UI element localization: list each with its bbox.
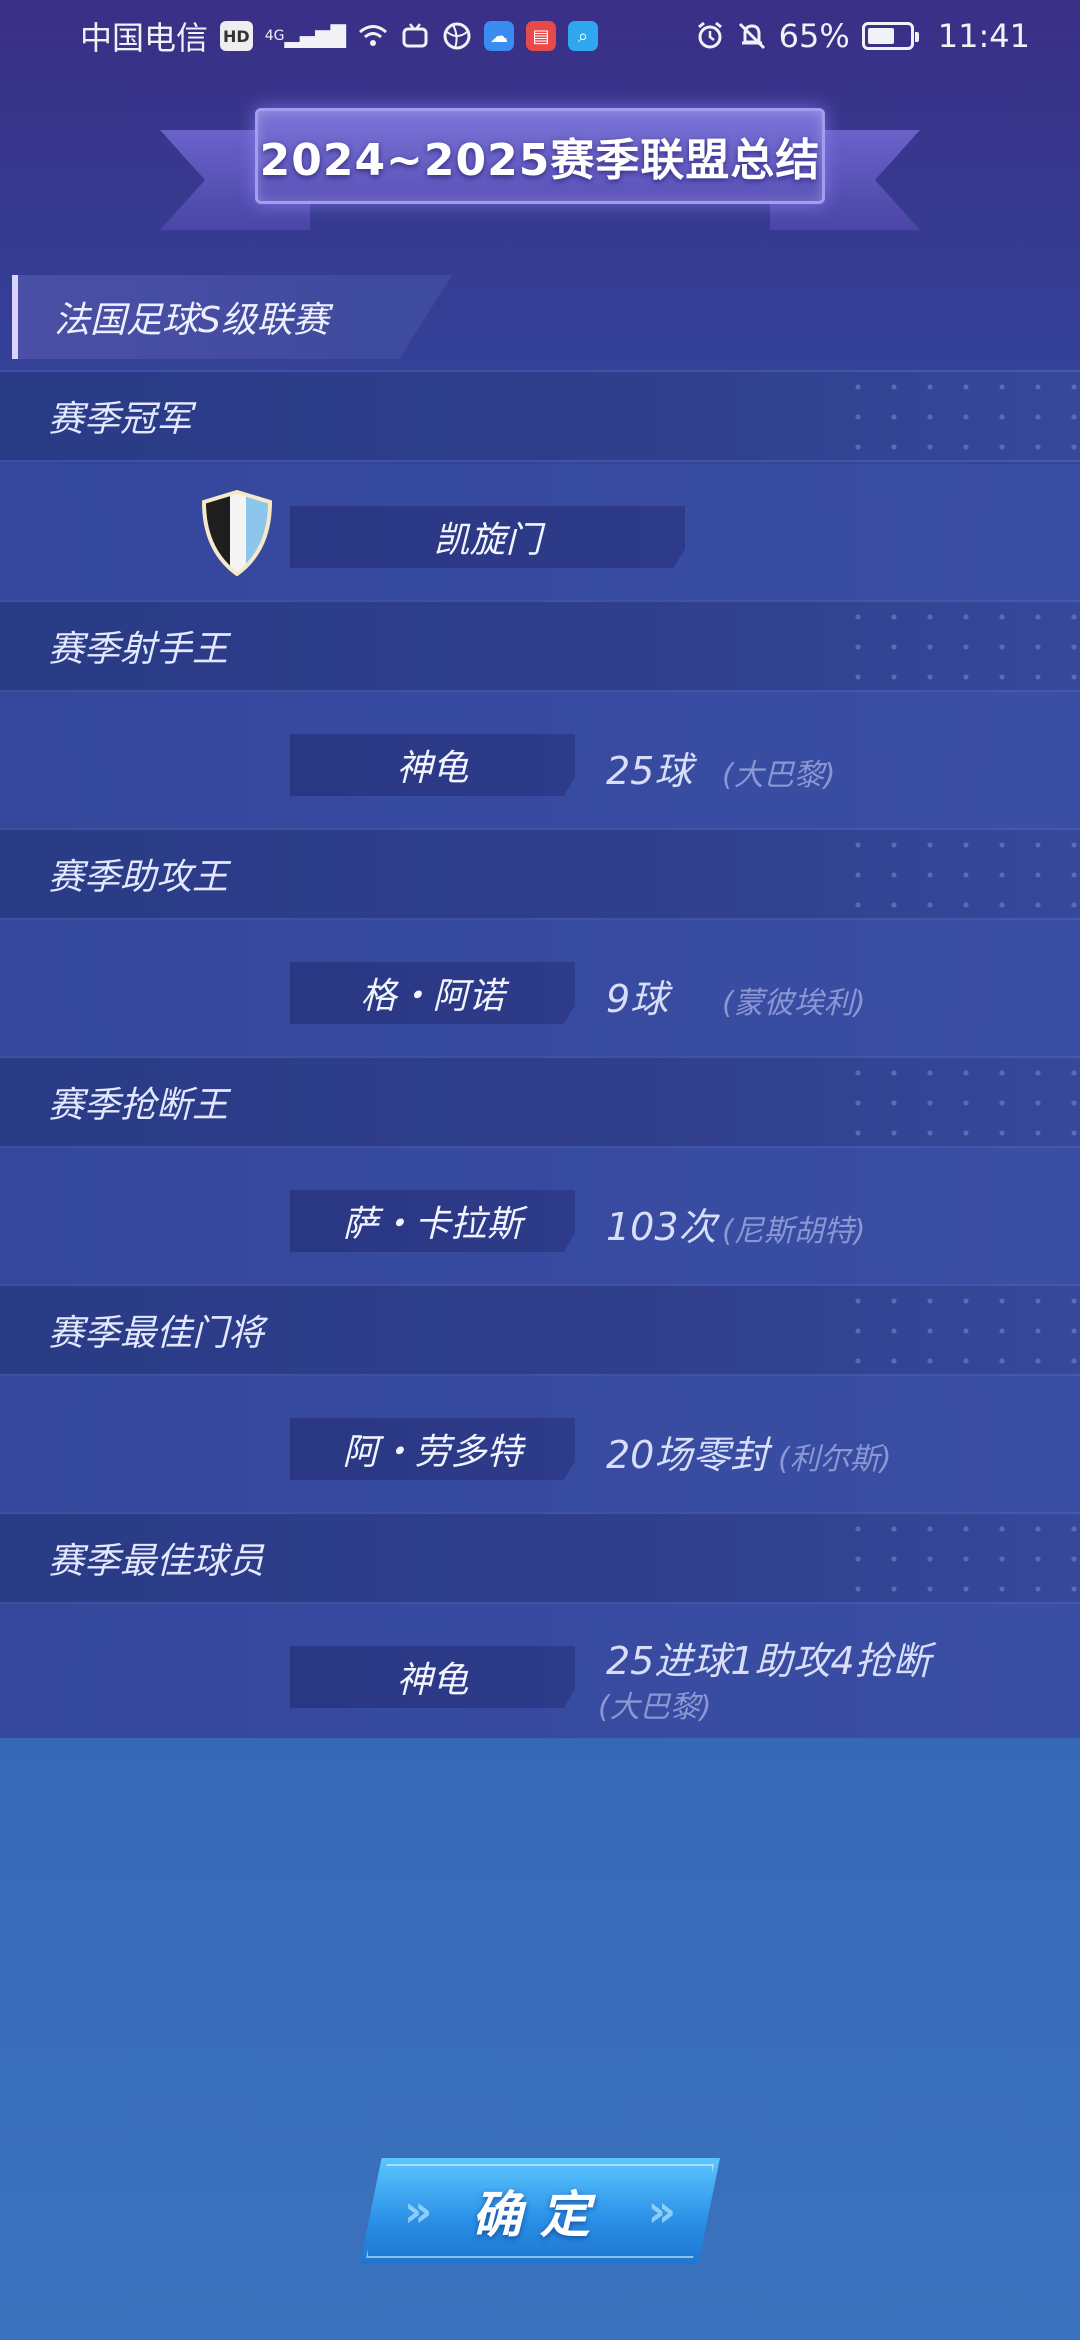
top-tackle-stat: 103次 <box>606 1205 717 1249</box>
section-title-top-tackle: 赛季抢断王 <box>48 1085 229 1126</box>
section-header-best-player: 赛季最佳球员 <box>0 1512 1080 1604</box>
page-title: 2024~2025赛季联盟总结 <box>259 135 821 186</box>
top-scorer-name-pill: 神龟 <box>290 734 575 796</box>
award-row-top-tackle: 萨・卡拉斯 103次 (尼斯胡特) <box>0 1148 1080 1284</box>
confirm-button-label: 确定 <box>472 2186 608 2244</box>
status-bar-right: 65% 11:41 <box>695 17 1030 55</box>
league-tab-accent <box>12 275 18 359</box>
top-scorer-stat: 25球 <box>606 749 693 793</box>
award-row-best-player: 神龟 25进球1助攻4抢断 (大巴黎) <box>0 1604 1080 1738</box>
award-row-best-keeper: 阿・劳多特 20场零封 (利尔斯) <box>0 1376 1080 1512</box>
best-player-club: (大巴黎) <box>598 1690 712 1725</box>
top-tackle-club: (尼斯胡特) <box>722 1214 866 1249</box>
browser-app-icon <box>442 21 472 51</box>
alarm-icon <box>695 21 725 51</box>
award-row-top-scorer: 神龟 25球 (大巴黎) <box>0 692 1080 828</box>
top-scorer-name: 神龟 <box>396 748 469 789</box>
best-keeper-name-pill: 阿・劳多特 <box>290 1418 575 1480</box>
section-title-best-player: 赛季最佳球员 <box>48 1541 265 1582</box>
league-name: 法国足球S级联赛 <box>54 300 329 341</box>
battery-percent: 65% <box>778 17 850 55</box>
cloud-app-icon: ☁ <box>483 21 514 51</box>
section-header-best-keeper: 赛季最佳门将 <box>0 1284 1080 1376</box>
clock: 11:41 <box>937 17 1030 55</box>
top-scorer-club: (大巴黎) <box>722 758 836 793</box>
team-shield-icon <box>201 490 273 576</box>
chevron-right-icon: » <box>647 2186 676 2237</box>
book-app-icon: ▤ <box>525 21 556 51</box>
section-title-best-keeper: 赛季最佳门将 <box>48 1313 265 1354</box>
section-header-champion: 赛季冠军 <box>0 370 1080 462</box>
top-assist-stat: 9球 <box>606 977 669 1021</box>
best-player-name-pill: 神龟 <box>290 1646 575 1708</box>
hd-icon: HD <box>220 21 253 51</box>
best-player-stat: 25进球1助攻4抢断 <box>606 1639 931 1683</box>
award-row-champion: 凯旋门 <box>0 464 1080 600</box>
best-keeper-club: (利尔斯) <box>778 1442 892 1477</box>
section-title-top-assist: 赛季助攻王 <box>48 857 229 898</box>
champion-team-pill: 凯旋门 <box>290 506 685 568</box>
status-bar-left: 中国电信 HD 4G ▂▄▆█ ☁ ▤ ⌕ <box>80 13 598 59</box>
top-assist-club: (蒙彼埃利) <box>722 986 866 1021</box>
status-bar: 中国电信 HD 4G ▂▄▆█ ☁ ▤ ⌕ 65% 11:41 <box>0 0 1080 72</box>
best-keeper-name: 阿・劳多特 <box>342 1432 523 1473</box>
section-header-top-assist: 赛季助攻王 <box>0 828 1080 920</box>
best-player-name: 神龟 <box>396 1660 469 1701</box>
top-assist-name: 格・阿诺 <box>360 976 505 1017</box>
top-tackle-name: 萨・卡拉斯 <box>342 1204 523 1245</box>
network-label: 4G <box>264 28 285 44</box>
wifi-icon <box>358 21 388 51</box>
section-title-top-scorer: 赛季射手王 <box>48 629 229 670</box>
top-tackle-name-pill: 萨・卡拉斯 <box>290 1190 575 1252</box>
carrier-label: 中国电信 <box>80 19 209 57</box>
champion-team-name: 凯旋门 <box>433 520 542 561</box>
battery-icon <box>861 22 919 50</box>
confirm-button[interactable]: » 确定 » <box>360 2158 720 2264</box>
top-assist-name-pill: 格・阿诺 <box>290 962 575 1024</box>
chevron-left-icon: » <box>404 2186 433 2237</box>
battery-fill <box>867 28 894 44</box>
section-header-top-scorer: 赛季射手王 <box>0 600 1080 692</box>
search-app-icon: ⌕ <box>567 21 598 51</box>
league-tab: 法国足球S级联赛 <box>12 275 452 359</box>
section-header-top-tackle: 赛季抢断王 <box>0 1056 1080 1148</box>
best-keeper-stat: 20场零封 <box>606 1433 769 1477</box>
section-title-champion: 赛季冠军 <box>48 399 193 440</box>
award-row-top-assist: 格・阿诺 9球 (蒙彼埃利) <box>0 920 1080 1056</box>
tv-app-icon <box>400 21 430 51</box>
title-banner: 2024~2025赛季联盟总结 <box>160 100 920 230</box>
signal-icon: 4G ▂▄▆█ <box>264 24 346 48</box>
banner-plate: 2024~2025赛季联盟总结 <box>255 108 825 204</box>
mute-bell-icon <box>737 21 767 51</box>
